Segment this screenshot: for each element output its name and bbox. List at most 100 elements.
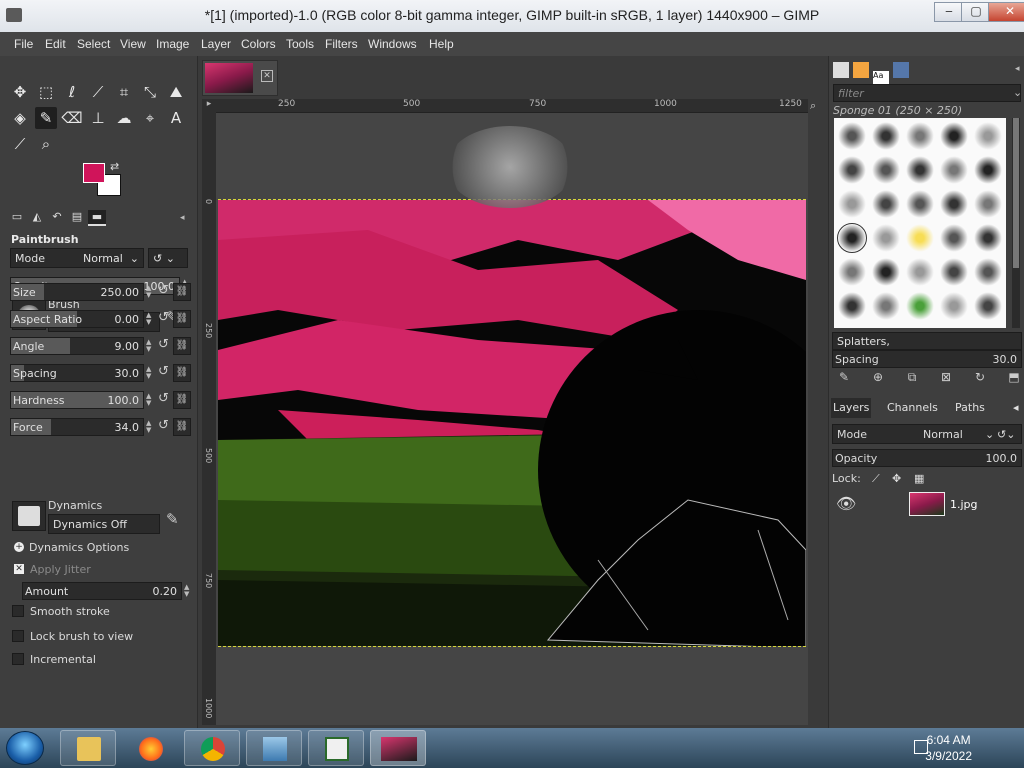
device-status-tab-icon[interactable]: ◭ (28, 210, 46, 226)
lock-brush-checkbox[interactable] (12, 630, 24, 642)
zoom-tool-icon[interactable]: ⌕ (35, 133, 57, 155)
path-tool-icon[interactable]: ⌖ (139, 107, 161, 129)
dynamics-name-field[interactable]: Dynamics Off (48, 514, 160, 534)
brush-scrollbar[interactable] (1012, 118, 1020, 328)
images-tab-icon[interactable]: ▤ (68, 210, 86, 226)
incremental-checkbox[interactable] (12, 653, 24, 665)
image-content[interactable] (218, 199, 806, 647)
clone-tool-icon[interactable]: ⊥ (87, 107, 109, 129)
lock-alpha-icon[interactable]: ▦ (914, 472, 924, 485)
menu-image[interactable]: Image (156, 37, 189, 51)
force-slider[interactable]: Force 34.0 ▲ ▼ ↺ ⛓ (10, 418, 192, 436)
aspect-ratio-slider[interactable]: Aspect Ratio 0.00 ▲ ▼ ↺ ⛓ (10, 310, 192, 328)
spacing-spinner[interactable]: ▲ ▼ (146, 366, 154, 380)
undo-history-tab-icon[interactable]: ↶ (48, 210, 66, 226)
size-spinner[interactable]: ▲ ▼ (146, 285, 154, 299)
brush-thumbnail[interactable] (906, 190, 934, 218)
smudge-tool-icon[interactable]: ☁ (113, 107, 135, 129)
layer-opacity-slider[interactable]: Opacity 100.0 (832, 449, 1022, 467)
expand-icon[interactable]: + (14, 542, 24, 552)
chevron-down-icon[interactable]: ⌄ (1013, 86, 1022, 99)
transform-tool-icon[interactable]: ⤡ (139, 81, 161, 103)
rect-select-tool-icon[interactable]: ⬚ (35, 81, 57, 103)
brush-filter-input[interactable]: filter (833, 84, 1021, 102)
brush-thumbnail[interactable] (838, 292, 866, 320)
free-select-tool-icon[interactable]: ℓ (61, 81, 83, 103)
brush-spacing-slider[interactable]: Spacing 30.0 (832, 350, 1022, 368)
link-icon[interactable]: ⛓ (173, 418, 191, 436)
warp-tool-icon[interactable]: ⛰ (165, 81, 187, 103)
size-slider[interactable]: Size 250.00 ▲ ▼ ↺ ⛓ (10, 283, 192, 301)
minimize-button[interactable]: ‒ (934, 2, 964, 22)
tab-layers[interactable]: Layers (831, 398, 872, 418)
new-brush-icon[interactable]: ⊕ (869, 370, 887, 386)
brush-thumbnail[interactable] (837, 223, 867, 253)
hardness-slider[interactable]: Hardness 100.0 ▲ ▼ ↺ ⛓ (10, 391, 192, 409)
fuzzy-select-tool-icon[interactable]: ⟋ (87, 81, 109, 103)
color-picker-tool-icon[interactable]: ⟋ (9, 133, 31, 155)
close-icon[interactable]: ✕ (261, 70, 273, 82)
brush-thumbnail[interactable] (940, 122, 968, 150)
link-icon[interactable]: ⛓ (173, 391, 191, 409)
menu-edit[interactable]: Edit (45, 37, 66, 51)
layer-mode-select[interactable]: Mode Normal ⌄ ↺⌄ (832, 424, 1022, 444)
open-as-image-icon[interactable]: ⬒ (1005, 370, 1023, 386)
amount-spinner[interactable]: ▲ ▼ (184, 584, 192, 598)
text-tool-icon[interactable]: A (165, 107, 187, 129)
foreground-color[interactable] (83, 163, 105, 183)
edit-dynamics-icon[interactable]: ✎ (166, 510, 179, 528)
move-tool-icon[interactable]: ✥ (9, 81, 31, 103)
reset-icon[interactable]: ↺ (158, 337, 169, 352)
brush-thumbnail[interactable] (906, 292, 934, 320)
brush-thumbnail[interactable] (940, 224, 968, 252)
zoom-icon[interactable]: ⌕ (810, 99, 816, 113)
link-icon[interactable]: ⛓ (173, 364, 191, 382)
quick-mask-icon[interactable]: ▸ (202, 99, 216, 113)
reset-icon[interactable]: ↺ (158, 391, 169, 406)
clock[interactable]: 6:04 AM 3/9/2022 (925, 732, 972, 764)
apply-jitter-checkbox[interactable]: ✕ (14, 564, 24, 574)
brush-thumbnail[interactable] (906, 156, 934, 184)
menu-view[interactable]: View (120, 37, 146, 51)
bucket-fill-tool-icon[interactable]: ◈ (9, 107, 31, 129)
brush-thumbnail[interactable] (974, 122, 1002, 150)
angle-slider[interactable]: Angle 9.00 ▲ ▼ ↺ ⛓ (10, 337, 192, 355)
eye-icon[interactable]: 👁 (836, 494, 856, 513)
start-button[interactable] (6, 731, 44, 765)
brush-thumbnail[interactable] (974, 224, 1002, 252)
menu-filters[interactable]: Filters (325, 37, 358, 51)
swap-colors-icon[interactable]: ⇄ (110, 160, 119, 173)
brush-thumbnail[interactable] (906, 122, 934, 150)
layer-item[interactable]: 👁 1.jpg (832, 492, 1022, 516)
reset-icon[interactable]: ↺ (158, 418, 169, 433)
brush-thumbnail[interactable] (872, 156, 900, 184)
brush-thumbnail[interactable] (940, 292, 968, 320)
edit-brush-icon[interactable]: ✎ (835, 370, 853, 386)
eraser-tool-icon[interactable]: ⌫ (61, 107, 83, 129)
gimp-taskbar-button[interactable] (370, 730, 426, 766)
brush-thumbnail[interactable] (872, 224, 900, 252)
patterns-tab-icon[interactable] (853, 62, 869, 78)
link-icon[interactable]: ⛓ (173, 337, 191, 355)
brush-thumbnail[interactable] (906, 258, 934, 286)
brush-thumbnail[interactable] (838, 258, 866, 286)
brush-thumbnail[interactable] (906, 224, 934, 252)
smooth-stroke-checkbox[interactable] (12, 605, 24, 617)
explorer-taskbar-button[interactable] (60, 730, 116, 766)
brush-thumbnail[interactable] (872, 292, 900, 320)
brush-thumbnail[interactable] (974, 190, 1002, 218)
menu-select[interactable]: Select (77, 37, 110, 51)
brush-thumbnail[interactable] (974, 292, 1002, 320)
duplicate-brush-icon[interactable]: ⧉ (903, 370, 921, 386)
force-spinner[interactable]: ▲ ▼ (146, 420, 154, 434)
reset-icon[interactable]: ↺ (158, 364, 169, 379)
angle-spinner[interactable]: ▲ ▼ (146, 339, 154, 353)
menu-layer[interactable]: Layer (201, 37, 231, 51)
paintbrush-tool-icon[interactable]: ✎ (35, 107, 57, 129)
menu-tools[interactable]: Tools (286, 37, 314, 51)
brush-thumbnail[interactable] (974, 258, 1002, 286)
image-tab[interactable]: ✕ (202, 60, 278, 96)
brush-thumbnail[interactable] (838, 190, 866, 218)
dock-menu-icon[interactable]: ◂ (1011, 398, 1021, 418)
brush-thumbnail[interactable] (838, 156, 866, 184)
